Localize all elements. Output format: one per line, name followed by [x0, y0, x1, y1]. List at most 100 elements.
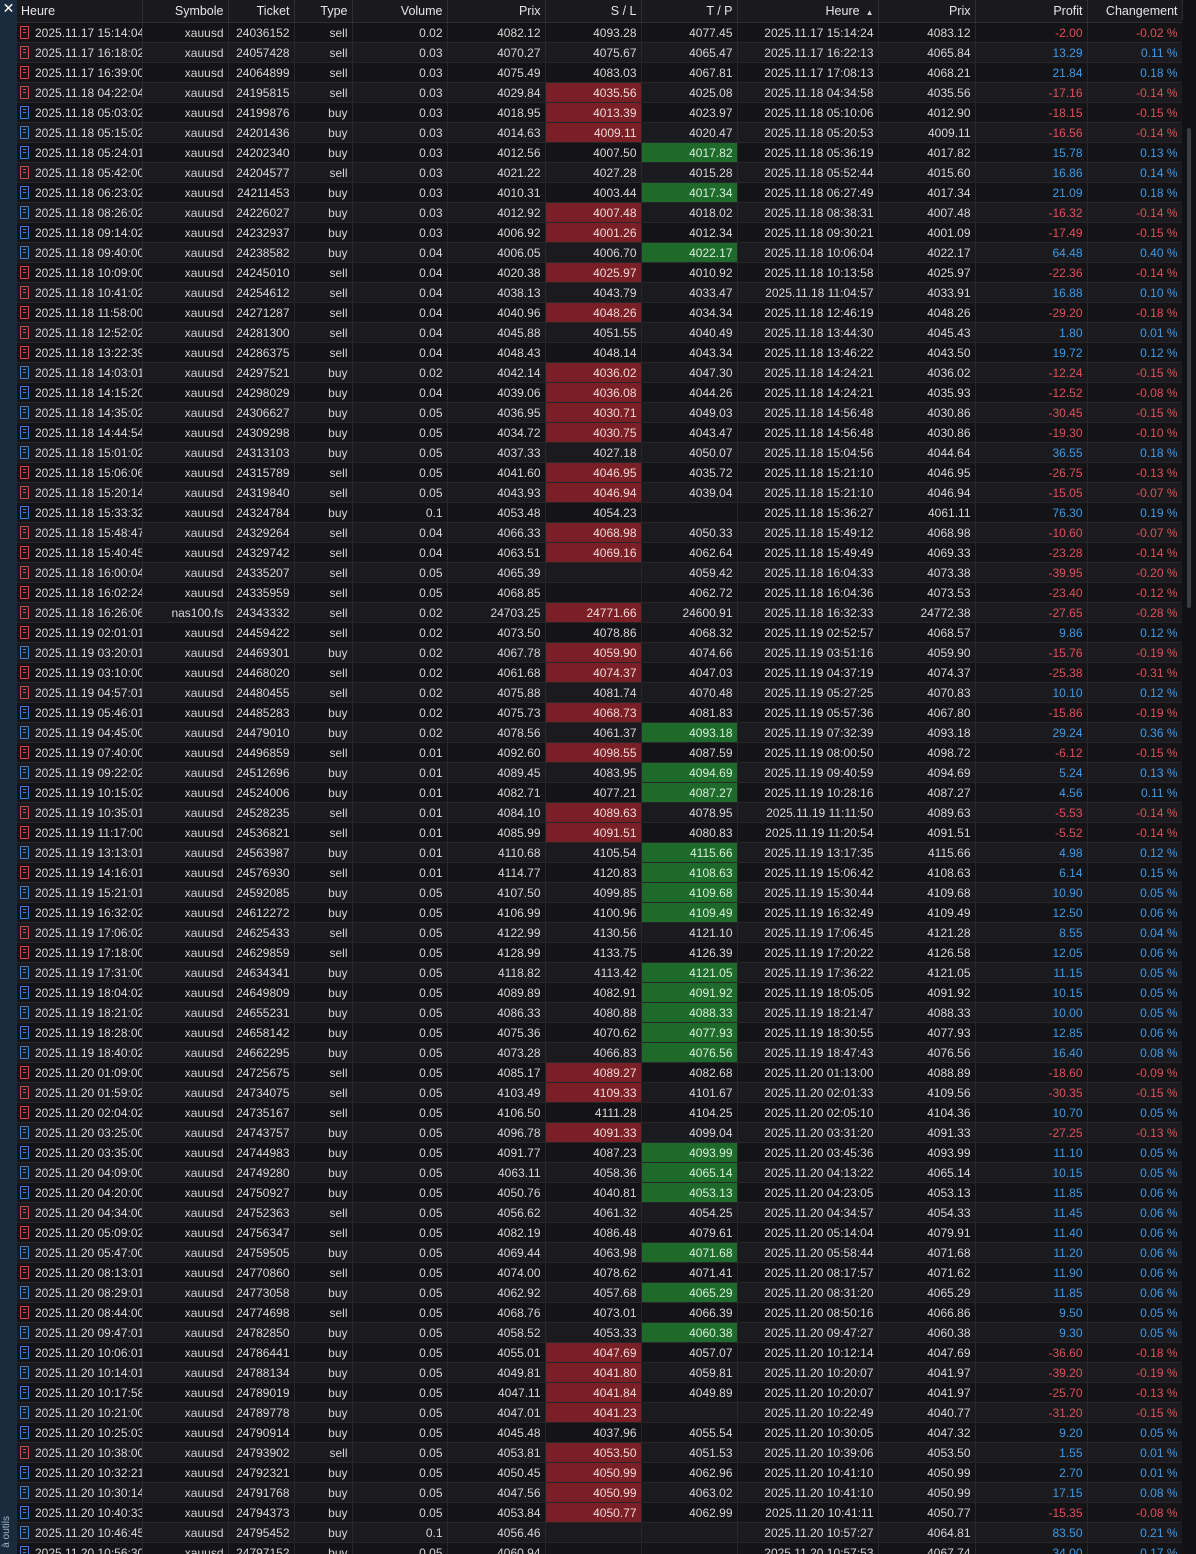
- cell-close-time: 2025.11.18 16:04:36: [737, 582, 879, 603]
- table-row[interactable]: 2025.11.19 11:17:00 xauusd 24536821 sell 0.0…: [17, 822, 1183, 843]
- table-row[interactable]: 2025.11.18 15:48:47 xauusd 24329264 sell 0.0…: [17, 522, 1183, 543]
- sell-order-icon: [20, 285, 29, 299]
- table-row[interactable]: 2025.11.19 13:13:01 xauusd 24563987 buy 0.01…: [17, 842, 1183, 863]
- col-header-tp[interactable]: T / P: [641, 0, 738, 23]
- table-row[interactable]: 2025.11.18 16:02:24 xauusd 24335959 sell 0.0…: [17, 582, 1183, 603]
- table-row[interactable]: 2025.11.19 04:57:01 xauusd 24480455 sell 0.0…: [17, 682, 1183, 703]
- table-row[interactable]: 2025.11.18 05:15:02 xauusd 24201436 buy 0.03…: [17, 122, 1183, 143]
- table-row[interactable]: 2025.11.18 13:22:39 xauusd 24286375 sell 0.0…: [17, 342, 1183, 363]
- table-row[interactable]: 2025.11.18 09:40:00 xauusd 24238582 buy 0.04…: [17, 242, 1183, 263]
- cell-open-price: 4122.99: [447, 922, 546, 943]
- table-row[interactable]: 2025.11.20 10:25:03 xauusd 24790914 buy 0.05…: [17, 1422, 1183, 1443]
- table-row[interactable]: 2025.11.20 01:59:02 xauusd 24734075 sell 0.0…: [17, 1082, 1183, 1103]
- table-row[interactable]: 2025.11.20 10:46:45 xauusd 24795452 buy 0.1 4…: [17, 1522, 1183, 1543]
- table-row[interactable]: 2025.11.18 14:35:02 xauusd 24306627 buy 0.05…: [17, 402, 1183, 423]
- table-row[interactable]: 2025.11.20 04:20:00 xauusd 24750927 buy 0.05…: [17, 1182, 1183, 1203]
- table-row[interactable]: 2025.11.20 01:09:00 xauusd 24725675 sell 0.0…: [17, 1062, 1183, 1083]
- toolbox-label[interactable]: à outils: [1, 1516, 15, 1548]
- table-row[interactable]: 2025.11.18 04:22:04 xauusd 24195815 sell 0.0…: [17, 82, 1183, 103]
- table-row[interactable]: 2025.11.20 03:25:00 xauusd 24743757 buy 0.05…: [17, 1122, 1183, 1143]
- table-row[interactable]: 2025.11.18 05:24:01 xauusd 24202340 buy 0.03…: [17, 142, 1183, 163]
- vertical-scrollbar[interactable]: [1182, 20, 1196, 1554]
- table-row[interactable]: 2025.11.20 05:47:00 xauusd 24759505 buy 0.05…: [17, 1242, 1183, 1263]
- table-row[interactable]: 2025.11.18 05:03:02 xauusd 24199876 buy 0.03…: [17, 102, 1183, 123]
- table-row[interactable]: 2025.11.19 03:20:01 xauusd 24469301 buy 0.02…: [17, 642, 1183, 663]
- table-row[interactable]: 2025.11.20 10:56:30 xauusd 24797152 buy 0.05…: [17, 1542, 1183, 1554]
- table-row[interactable]: 2025.11.20 10:32:21 xauusd 24792321 buy 0.05…: [17, 1462, 1183, 1483]
- table-row[interactable]: 2025.11.20 10:40:33 xauusd 24794373 buy 0.05…: [17, 1502, 1183, 1523]
- table-row[interactable]: 2025.11.19 18:40:02 xauusd 24662295 buy 0.05…: [17, 1042, 1183, 1063]
- col-header-ticket[interactable]: Ticket: [228, 0, 295, 23]
- cell-profit: 10.15: [975, 982, 1088, 1003]
- table-row[interactable]: 2025.11.20 10:17:58 xauusd 24789019 buy 0.05…: [17, 1382, 1183, 1403]
- col-header-close-price[interactable]: Prix: [878, 0, 976, 23]
- table-row[interactable]: 2025.11.18 15:40:45 xauusd 24329742 sell 0.0…: [17, 542, 1183, 563]
- table-row[interactable]: 2025.11.20 10:14:01 xauusd 24788134 buy 0.05…: [17, 1362, 1183, 1383]
- table-row[interactable]: 2025.11.19 18:28:00 xauusd 24658142 buy 0.05…: [17, 1022, 1183, 1043]
- table-row[interactable]: 2025.11.18 12:52:02 xauusd 24281300 sell 0.0…: [17, 322, 1183, 343]
- table-row[interactable]: 2025.11.20 03:35:00 xauusd 24744983 buy 0.05…: [17, 1142, 1183, 1163]
- table-row[interactable]: 2025.11.20 08:29:01 xauusd 24773058 buy 0.05…: [17, 1282, 1183, 1303]
- table-row[interactable]: 2025.11.19 15:21:01 xauusd 24592085 buy 0.05…: [17, 882, 1183, 903]
- table-row[interactable]: 2025.11.17 16:39:00 xauusd 24064899 sell 0.0…: [17, 62, 1183, 83]
- col-header-change[interactable]: Changement: [1087, 0, 1183, 23]
- table-row[interactable]: 2025.11.18 09:14:02 xauusd 24232937 buy 0.03…: [17, 222, 1183, 243]
- table-row[interactable]: 2025.11.20 10:21:00 xauusd 24789778 buy 0.05…: [17, 1402, 1183, 1423]
- table-row[interactable]: 2025.11.20 10:38:00 xauusd 24793902 sell 0.0…: [17, 1442, 1183, 1463]
- table-row[interactable]: 2025.11.18 16:00:04 xauusd 24335207 sell 0.0…: [17, 562, 1183, 583]
- table-row[interactable]: 2025.11.20 05:09:02 xauusd 24756347 sell 0.0…: [17, 1222, 1183, 1243]
- col-header-open-price[interactable]: Prix: [447, 0, 546, 23]
- table-row[interactable]: 2025.11.18 10:09:00 xauusd 24245010 sell 0.0…: [17, 262, 1183, 283]
- table-row[interactable]: 2025.11.20 10:06:01 xauusd 24786441 buy 0.05…: [17, 1342, 1183, 1363]
- table-row[interactable]: 2025.11.19 02:01:01 xauusd 24459422 sell 0.0…: [17, 622, 1183, 643]
- table-row[interactable]: 2025.11.18 05:42:00 xauusd 24204577 sell 0.0…: [17, 162, 1183, 183]
- table-row[interactable]: 2025.11.19 05:46:01 xauusd 24485283 buy 0.02…: [17, 702, 1183, 723]
- cell-sl: 4061.32: [545, 1202, 642, 1223]
- col-header-sl[interactable]: S / L: [545, 0, 642, 23]
- table-row[interactable]: 2025.11.18 10:41:02 xauusd 24254612 sell 0.0…: [17, 282, 1183, 303]
- table-row[interactable]: 2025.11.20 10:30:14 xauusd 24791768 buy 0.05…: [17, 1482, 1183, 1503]
- table-row[interactable]: 2025.11.18 15:06:06 xauusd 24315789 sell 0.0…: [17, 462, 1183, 483]
- table-row[interactable]: 2025.11.20 04:34:00 xauusd 24752363 sell 0.0…: [17, 1202, 1183, 1223]
- table-row[interactable]: 2025.11.18 15:01:02 xauusd 24313103 buy 0.05…: [17, 442, 1183, 463]
- table-row[interactable]: 2025.11.20 09:47:01 xauusd 24782850 buy 0.05…: [17, 1322, 1183, 1343]
- col-header-symbol[interactable]: Symbole: [142, 0, 229, 23]
- table-row[interactable]: 2025.11.19 03:10:00 xauusd 24468020 sell 0.0…: [17, 662, 1183, 683]
- col-header-open-time[interactable]: Heure: [17, 0, 143, 23]
- col-header-profit[interactable]: Profit: [975, 0, 1088, 23]
- table-row[interactable]: 2025.11.19 10:15:02 xauusd 24524006 buy 0.01…: [17, 782, 1183, 803]
- table-row[interactable]: 2025.11.19 16:32:02 xauusd 24612272 buy 0.05…: [17, 902, 1183, 923]
- table-row[interactable]: 2025.11.18 14:44:54 xauusd 24309298 buy 0.05…: [17, 422, 1183, 443]
- table-row[interactable]: 2025.11.19 17:31:00 xauusd 24634341 buy 0.05…: [17, 962, 1183, 983]
- table-row[interactable]: 2025.11.19 10:35:01 xauusd 24528235 sell 0.0…: [17, 802, 1183, 823]
- table-row[interactable]: 2025.11.17 16:18:02 xauusd 24057428 sell 0.0…: [17, 42, 1183, 63]
- table-row[interactable]: 2025.11.18 08:26:02 xauusd 24226027 buy 0.03…: [17, 202, 1183, 223]
- table-row[interactable]: 2025.11.19 07:40:00 xauusd 24496859 sell 0.0…: [17, 742, 1183, 763]
- table-row[interactable]: 2025.11.18 16:26:06 nas100.fs 24343332 sell…: [17, 602, 1183, 623]
- table-row[interactable]: 2025.11.19 04:45:00 xauusd 24479010 buy 0.02…: [17, 722, 1183, 743]
- table-row[interactable]: 2025.11.19 17:18:00 xauusd 24629859 sell 0.0…: [17, 942, 1183, 963]
- table-row[interactable]: 2025.11.20 02:04:02 xauusd 24735167 sell 0.0…: [17, 1102, 1183, 1123]
- scrollbar-thumb[interactable]: [1187, 128, 1191, 608]
- table-row[interactable]: 2025.11.20 04:09:00 xauusd 24749280 buy 0.05…: [17, 1162, 1183, 1183]
- table-row[interactable]: 2025.11.19 17:06:02 xauusd 24625433 sell 0.0…: [17, 922, 1183, 943]
- table-row[interactable]: 2025.11.18 06:23:02 xauusd 24211453 buy 0.03…: [17, 182, 1183, 203]
- table-row[interactable]: 2025.11.17 15:14:04 xauusd 24036152 sell 0.0…: [17, 22, 1183, 43]
- table-row[interactable]: 2025.11.20 08:13:01 xauusd 24770860 sell 0.0…: [17, 1262, 1183, 1283]
- table-row[interactable]: 2025.11.18 14:15:20 xauusd 24298029 buy 0.04…: [17, 382, 1183, 403]
- table-row[interactable]: 2025.11.20 08:44:00 xauusd 24774698 sell 0.0…: [17, 1302, 1183, 1323]
- table-row[interactable]: 2025.11.18 15:20:14 xauusd 24319840 sell 0.0…: [17, 482, 1183, 503]
- table-row[interactable]: 2025.11.19 18:04:02 xauusd 24649809 buy 0.05…: [17, 982, 1183, 1003]
- col-header-close-time[interactable]: Heure ▲: [737, 0, 879, 23]
- table-row[interactable]: 2025.11.18 15:33:32 xauusd 24324784 buy 0.1 4…: [17, 502, 1183, 523]
- col-header-volume[interactable]: Volume: [352, 0, 448, 23]
- table-row[interactable]: 2025.11.19 14:16:01 xauusd 24576930 sell 0.0…: [17, 862, 1183, 883]
- cell-change: 0.12 %: [1087, 622, 1183, 643]
- cell-profit: -12.24: [975, 362, 1088, 383]
- table-row[interactable]: 2025.11.18 11:58:00 xauusd 24271287 sell 0.0…: [17, 302, 1183, 323]
- col-header-type[interactable]: Type: [294, 0, 353, 23]
- table-row[interactable]: 2025.11.19 09:22:02 xauusd 24512696 buy 0.01…: [17, 762, 1183, 783]
- table-row[interactable]: 2025.11.18 14:03:01 xauusd 24297521 buy 0.02…: [17, 362, 1183, 383]
- table-row[interactable]: 2025.11.19 18:21:02 xauusd 24655231 buy 0.05…: [17, 1002, 1183, 1023]
- close-icon[interactable]: ✕: [2, 1, 15, 17]
